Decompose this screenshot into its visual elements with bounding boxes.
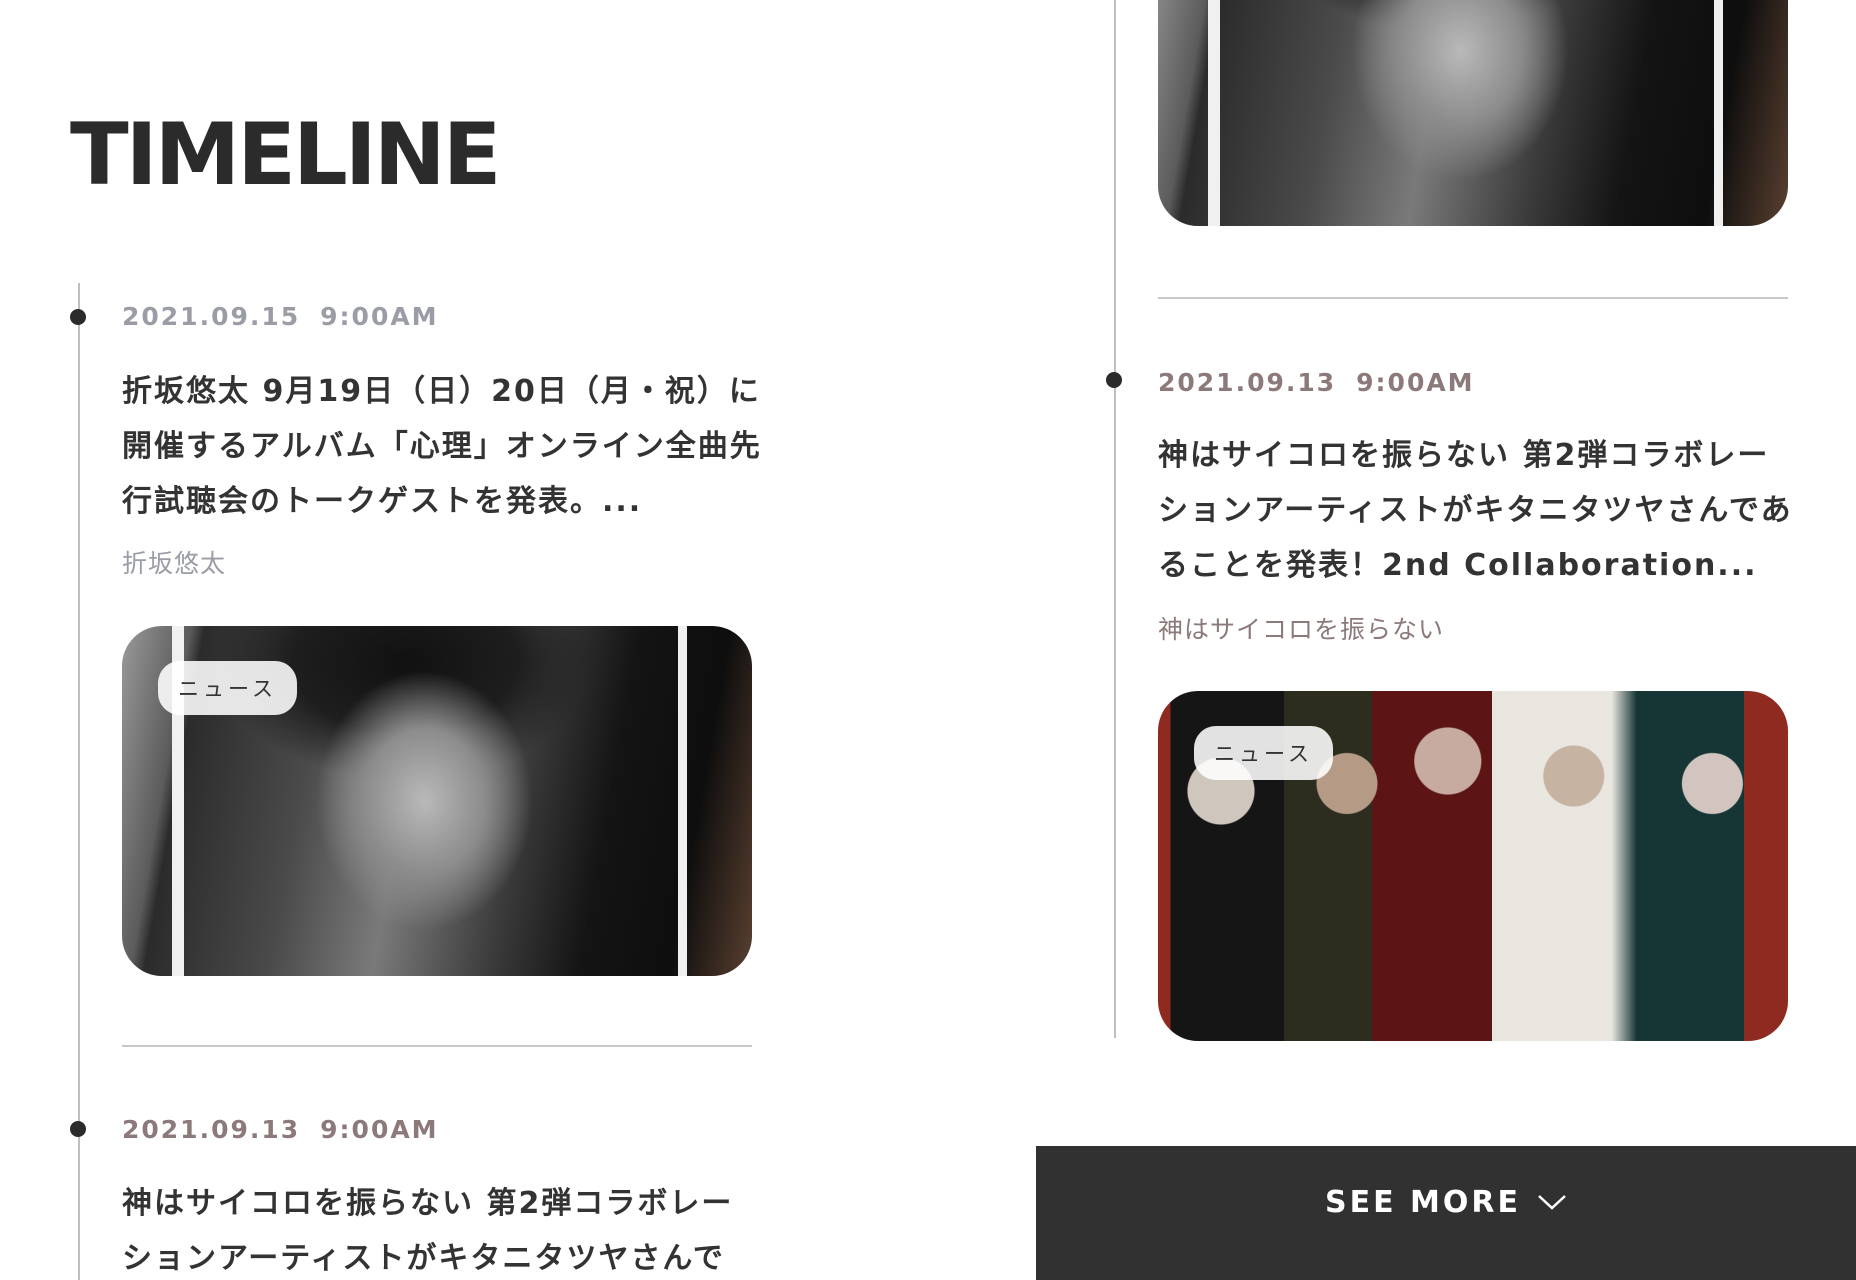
- item-photo[interactable]: ニュース: [1158, 691, 1788, 1041]
- see-more-button[interactable]: SEE MORE: [1036, 1146, 1856, 1280]
- item-headline[interactable]: 折坂悠太 9月19日（日）20日（月・祝）に開催するアルバム「心理」オンライン全…: [122, 364, 762, 529]
- timeline-dot: [70, 309, 86, 325]
- item-artist[interactable]: 神はサイコロを振らない: [1158, 610, 1444, 646]
- item-divider: [1158, 297, 1788, 299]
- item-date-time: 9:00AM: [1356, 368, 1475, 397]
- item-date: 2021.09.13 9:00AM: [122, 1115, 439, 1144]
- timeline-dot: [1106, 372, 1122, 388]
- item-date: 2021.09.13 9:00AM: [1158, 368, 1475, 397]
- news-tag: ニュース: [1194, 726, 1333, 780]
- item-date-time: 9:00AM: [320, 302, 439, 331]
- item-divider: [122, 1045, 752, 1047]
- photo-edge: [1714, 0, 1723, 226]
- news-tag: ニュース: [158, 661, 297, 715]
- see-more-label: SEE MORE: [1325, 1184, 1521, 1220]
- page-title: TIMELINE: [70, 105, 502, 205]
- item-artist[interactable]: 折坂悠太: [122, 544, 226, 580]
- item-date: 2021.09.15 9:00AM: [122, 302, 439, 331]
- item-date-day: 2021.09.13: [1158, 368, 1337, 397]
- item-date-day: 2021.09.13: [122, 1115, 301, 1144]
- item-headline[interactable]: 神はサイコロを振らない 第2弾コラボレーションアーティストがキタニタツヤさんであ…: [1158, 428, 1798, 593]
- item-photo[interactable]: ニュース: [122, 626, 752, 976]
- chevron-down-icon: [1537, 1193, 1567, 1211]
- photo-edge: [1208, 0, 1220, 226]
- timeline-line-right: [1114, 0, 1116, 1038]
- photo-edge: [678, 626, 687, 976]
- item-photo[interactable]: [1158, 0, 1788, 226]
- item-date-time: 9:00AM: [320, 1115, 439, 1144]
- item-date-day: 2021.09.15: [122, 302, 301, 331]
- timeline-dot: [70, 1121, 86, 1137]
- item-headline[interactable]: 神はサイコロを振らない 第2弾コラボレーションアーティストがキタニタツヤさんで: [122, 1176, 762, 1280]
